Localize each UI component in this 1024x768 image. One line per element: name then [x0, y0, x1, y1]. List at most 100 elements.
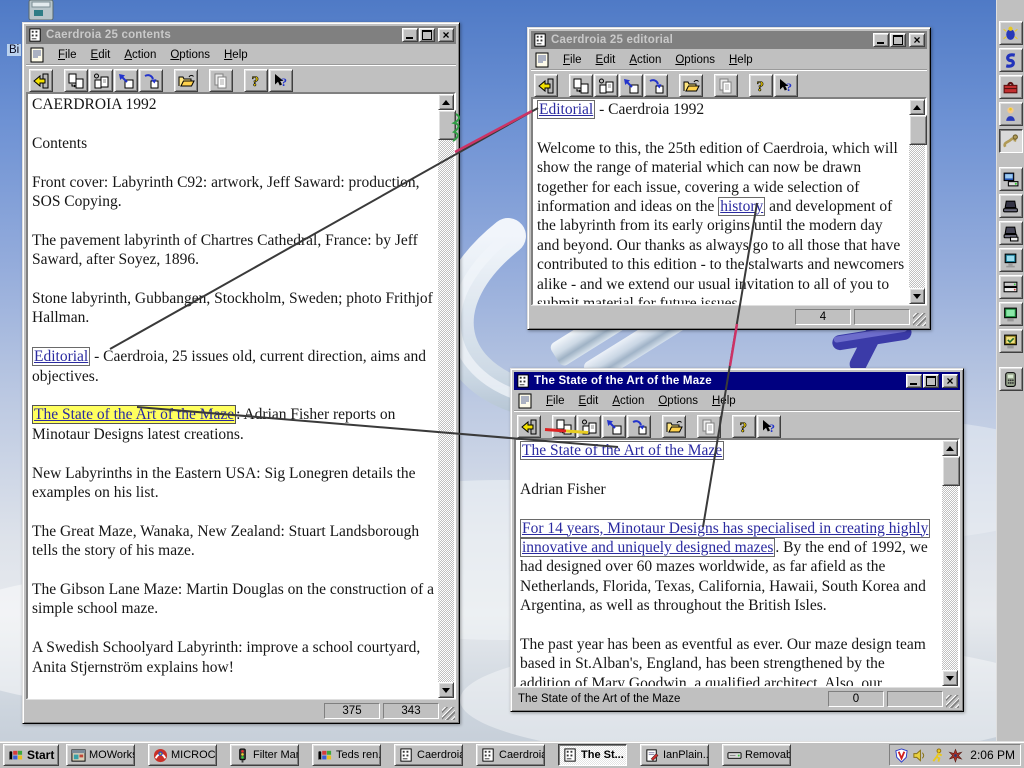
window-titlebar[interactable]: Caerdroia 25 contents × — [26, 26, 456, 44]
copy-selection-button[interactable] — [552, 415, 576, 438]
menu-file[interactable]: File — [51, 47, 84, 63]
maximize-button[interactable] — [923, 374, 939, 388]
open-document-button[interactable] — [174, 69, 198, 92]
hyperlink[interactable]: Editorial — [537, 100, 596, 119]
scrollbar-thumb[interactable] — [909, 115, 927, 145]
maximize-button[interactable] — [419, 28, 435, 42]
vertical-scrollbar[interactable] — [909, 99, 927, 304]
hyperlink[interactable]: history — [718, 197, 766, 217]
green-terminal-icon-button[interactable] — [998, 302, 1023, 326]
paste-selection-button[interactable] — [594, 74, 618, 97]
start-link-button[interactable] — [602, 415, 626, 438]
taskbar-button-teds-ren[interactable]: Teds ren... — [312, 744, 381, 766]
menu-help[interactable]: Help — [217, 47, 255, 63]
resize-grip[interactable] — [946, 695, 959, 708]
vertical-scrollbar[interactable] — [438, 94, 456, 698]
speaker-icon[interactable] — [912, 748, 927, 763]
document-text[interactable]: Editorial - Caerdroia 1992 Welcome to thi… — [533, 99, 909, 304]
exit-button[interactable] — [517, 415, 541, 438]
minimize-button[interactable] — [906, 374, 922, 388]
menu-help[interactable]: Help — [705, 393, 743, 409]
open-document-button[interactable] — [662, 415, 686, 438]
scroll-up-button[interactable] — [909, 99, 925, 115]
help-button[interactable]: ? — [244, 69, 268, 92]
minimize-button[interactable] — [873, 33, 889, 47]
context-help-button[interactable]: ? — [269, 69, 293, 92]
help-button[interactable]: ? — [732, 415, 756, 438]
menu-edit[interactable]: Edit — [84, 47, 118, 63]
scroll-down-button[interactable] — [942, 670, 958, 686]
phone-icon-button[interactable] — [998, 367, 1023, 391]
vertical-scrollbar[interactable] — [942, 440, 960, 686]
hyperlink[interactable]: The State of the Art of the Maze — [32, 405, 237, 425]
open-document-button[interactable] — [679, 74, 703, 97]
menu-options[interactable]: Options — [668, 52, 722, 68]
taskbar-button-filter-man[interactable]: Filter Man... — [230, 744, 299, 766]
menu-file[interactable]: File — [556, 52, 589, 68]
document-page-icon[interactable] — [533, 52, 551, 68]
minimize-button[interactable] — [402, 28, 418, 42]
laptop-icon-button[interactable] — [998, 194, 1023, 218]
monitor-icon-button[interactable] — [998, 248, 1023, 272]
document-text[interactable]: CAERDROIA 1992 Contents Front cover: Labyr… — [28, 94, 438, 698]
context-help-button[interactable]: ? — [757, 415, 781, 438]
end-link-button[interactable] — [627, 415, 651, 438]
toolbox-icon-button[interactable] — [998, 75, 1023, 99]
taskbar-button-the-st[interactable]: The St... — [558, 744, 627, 766]
close-button[interactable]: × — [942, 374, 958, 388]
scroll-down-button[interactable] — [909, 288, 925, 304]
scrollbar-thumb[interactable] — [438, 110, 456, 140]
copy-button[interactable] — [209, 69, 233, 92]
taskbar-button-removab[interactable]: Removab... — [722, 744, 791, 766]
scroll-up-button[interactable] — [438, 94, 454, 110]
taskbar-button-caerdroia[interactable]: Caerdroia... — [394, 744, 463, 766]
hyperlink[interactable]: The State of the Art of the Maze — [520, 441, 725, 460]
exit-button[interactable] — [29, 69, 53, 92]
resize-grip[interactable] — [442, 707, 455, 720]
document-text[interactable]: The State of the Art of the Maze Adrian F… — [516, 440, 942, 686]
end-link-button[interactable] — [644, 74, 668, 97]
start-link-button[interactable] — [619, 74, 643, 97]
scanner-icon[interactable] — [948, 748, 963, 763]
taskbar-button-ianplain[interactable]: IanPlain... — [640, 744, 709, 766]
hyperlink[interactable]: Editorial — [32, 347, 91, 367]
coil-icon-button[interactable] — [998, 48, 1023, 72]
help-button[interactable]: ? — [749, 74, 773, 97]
menu-options[interactable]: Options — [651, 393, 705, 409]
taskbar-button-caerdroia[interactable]: Caerdroia... — [476, 744, 545, 766]
agent-icon[interactable] — [930, 747, 945, 763]
start-button[interactable]: Start — [3, 744, 59, 766]
shield-icon[interactable] — [894, 747, 909, 763]
window-titlebar[interactable]: Caerdroia 25 editorial × — [531, 31, 927, 49]
bug-icon-button[interactable] — [998, 21, 1023, 45]
disk-stack-icon-button[interactable] — [998, 275, 1023, 299]
scroll-up-button[interactable] — [942, 440, 958, 456]
close-button[interactable]: × — [909, 33, 925, 47]
figure-icon-button[interactable] — [998, 102, 1023, 126]
context-help-button[interactable]: ? — [774, 74, 798, 97]
menu-action[interactable]: Action — [622, 52, 668, 68]
document-page-icon[interactable] — [28, 47, 46, 63]
menu-edit[interactable]: Edit — [572, 393, 606, 409]
taskbar-button-moworks[interactable]: MOWorks — [66, 744, 135, 766]
copy-selection-button[interactable] — [64, 69, 88, 92]
menu-file[interactable]: File — [539, 393, 572, 409]
menu-help[interactable]: Help — [722, 52, 760, 68]
copy-button[interactable] — [697, 415, 721, 438]
desktop-icon-label[interactable]: Bi — [7, 44, 22, 56]
menu-options[interactable]: Options — [163, 47, 217, 63]
end-link-button[interactable] — [139, 69, 163, 92]
laptop-disk-icon-button[interactable] — [998, 221, 1023, 245]
maximize-button[interactable] — [890, 33, 906, 47]
menu-action[interactable]: Action — [117, 47, 163, 63]
menu-edit[interactable]: Edit — [589, 52, 623, 68]
paste-selection-button[interactable] — [89, 69, 113, 92]
paste-selection-button[interactable] — [577, 415, 601, 438]
resize-grip[interactable] — [913, 313, 926, 326]
exit-button[interactable] — [534, 74, 558, 97]
menu-action[interactable]: Action — [605, 393, 651, 409]
copy-selection-button[interactable] — [569, 74, 593, 97]
desktop-device-icon[interactable] — [28, 0, 55, 20]
document-page-icon[interactable] — [516, 393, 534, 409]
copy-button[interactable] — [714, 74, 738, 97]
